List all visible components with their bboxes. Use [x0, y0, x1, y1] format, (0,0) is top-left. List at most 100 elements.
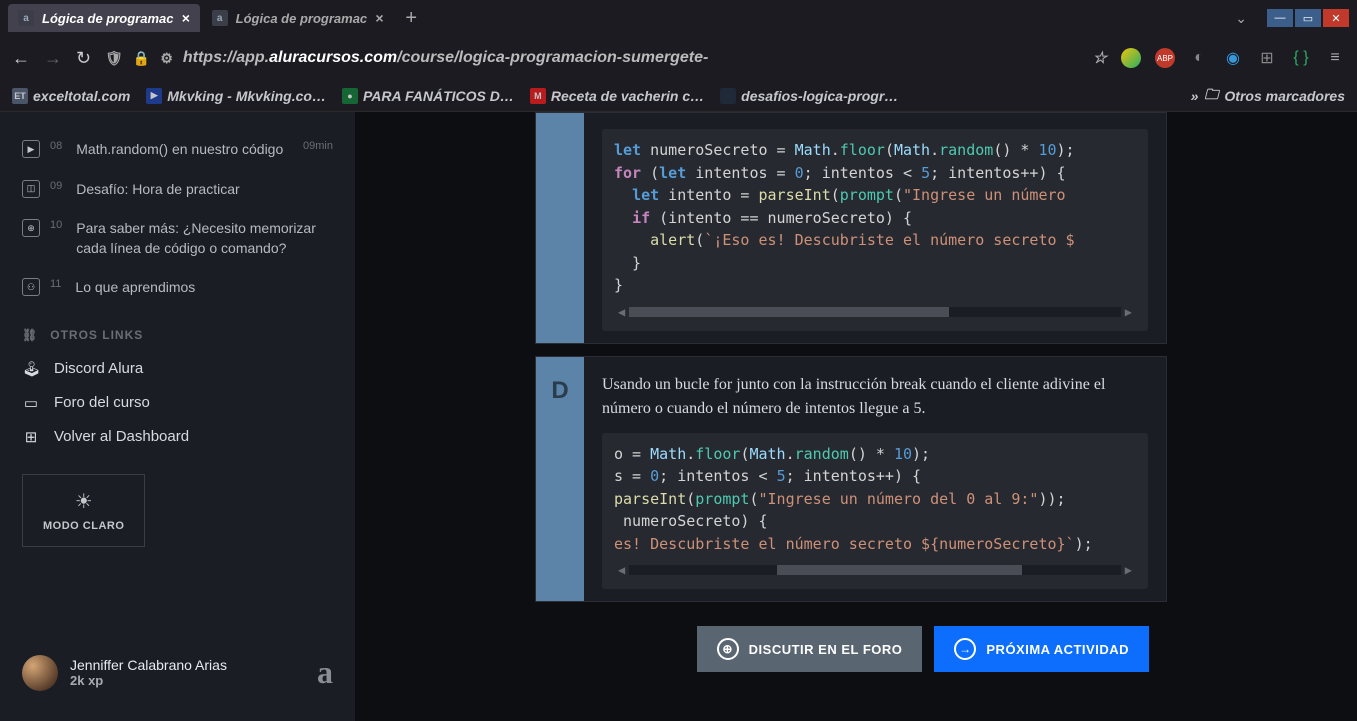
- scroll-right-icon[interactable]: ▶: [1121, 303, 1136, 321]
- close-tab-icon[interactable]: ×: [181, 10, 189, 26]
- scroll-right-icon[interactable]: ▶: [1121, 561, 1136, 579]
- tab-title: Lógica de programac: [42, 11, 173, 26]
- address-bar[interactable]: 🛡 🔒 ⚙ https://app.aluracursos.com/course…: [105, 48, 1107, 68]
- other-bookmarks[interactable]: » 🗀 Otros marcadores: [1191, 84, 1345, 108]
- answer-text: Usando un bucle for junto con la instruc…: [602, 373, 1148, 421]
- horizontal-scrollbar[interactable]: ◀ ▶: [614, 561, 1136, 579]
- bookmark-favicon-icon: M: [530, 88, 546, 104]
- next-activity-button[interactable]: → PRÓXIMA ACTIVIDAD: [934, 626, 1149, 672]
- extension-blue-icon[interactable]: ◉: [1223, 48, 1243, 68]
- tabs-overflow-icon[interactable]: ⌄: [1235, 10, 1257, 27]
- answer-letter: [536, 113, 584, 343]
- shield-icon: 🛡: [105, 50, 123, 67]
- link-label: Discord Alura: [54, 360, 143, 377]
- bookmark-item[interactable]: M Receta de vacherin c…: [530, 88, 704, 104]
- action-bar: ⊕ DISCUTIR EN EL FORO → PRÓXIMA ACTIVIDA…: [355, 614, 1167, 672]
- forward-button[interactable]: →: [44, 48, 62, 69]
- sun-icon: ☀: [43, 489, 124, 514]
- main-content: let numeroSecreto = Math.floor(Math.rand…: [355, 112, 1357, 721]
- avatar: [22, 655, 58, 691]
- extension-shield-icon[interactable]: [1121, 48, 1141, 68]
- bookmark-label: Mkvking - Mkvking.co…: [167, 88, 326, 104]
- bookmark-favicon-icon: [720, 88, 736, 104]
- bookmarks-bar: ET exceltotal.com ▶ Mkvking - Mkvking.co… ● P…: [0, 80, 1357, 112]
- link-chain-icon: ⛓: [22, 328, 38, 342]
- extension-privacy-icon[interactable]: ◐: [1189, 48, 1209, 68]
- bookmark-favicon-icon: ●: [342, 88, 358, 104]
- sidebar-link[interactable]: ⊞ Volver al Dashboard: [0, 420, 355, 454]
- bookmark-label: desafios-logica-progr…: [741, 88, 898, 104]
- user-xp: 2k xp: [70, 673, 305, 688]
- maximize-button[interactable]: ▭: [1295, 9, 1321, 27]
- bookmark-favicon-icon: ET: [12, 88, 28, 104]
- globe-icon: ⊕: [717, 638, 739, 660]
- extensions-icon[interactable]: ⊞: [1257, 48, 1277, 68]
- tab-favicon-icon: a: [18, 10, 34, 26]
- chevron-right-icon: »: [1191, 88, 1199, 104]
- browser-toolbar: ← → ↻ 🛡 🔒 ⚙ https://app.aluracursos.com/…: [0, 36, 1357, 80]
- lesson-number: 11: [50, 278, 61, 290]
- code-block: o = Math.floor(Math.random() * 10); s = …: [602, 433, 1148, 590]
- tab-favicon-icon: a: [212, 10, 228, 26]
- link-label: Foro del curso: [54, 394, 150, 411]
- back-button[interactable]: ←: [12, 48, 30, 69]
- permissions-icon: ⚙: [160, 50, 173, 67]
- tab-title: Lógica de programac: [236, 11, 367, 26]
- new-tab-button[interactable]: +: [395, 7, 427, 30]
- user-name: Jenniffer Calabrano Arias: [70, 657, 305, 673]
- theme-label: MODO CLARO: [43, 520, 124, 532]
- user-profile-row[interactable]: Jenniffer Calabrano Arias 2k xp a: [0, 642, 355, 703]
- lesson-item[interactable]: ⚇ 11 Lo que aprendimos: [0, 268, 355, 308]
- theme-toggle[interactable]: ☀ MODO CLARO: [22, 474, 145, 547]
- answer-letter: D: [536, 357, 584, 602]
- lesson-item[interactable]: ◫ 09 Desafío: Hora de practicar: [0, 170, 355, 210]
- bookmark-item[interactable]: ● PARA FANÁTICOS D…: [342, 88, 514, 104]
- bookmark-item[interactable]: ET exceltotal.com: [12, 88, 130, 104]
- bookmark-favicon-icon: ▶: [146, 88, 162, 104]
- bookmark-label: exceltotal.com: [33, 88, 130, 104]
- answer-option-d[interactable]: D Usando un bucle for junto con la instr…: [535, 356, 1167, 603]
- lesson-item[interactable]: ⊕ 10 Para saber más: ¿Necesito memorizar c…: [0, 209, 355, 268]
- lesson-number: 10: [50, 219, 62, 231]
- scroll-left-icon[interactable]: ◀: [614, 561, 629, 579]
- browser-tab[interactable]: a Lógica de programac ×: [202, 4, 394, 32]
- link-icon: ▭: [22, 394, 40, 412]
- lesson-number: 09: [50, 180, 62, 192]
- lesson-type-icon: ◫: [22, 180, 40, 198]
- folder-icon: 🗀: [1204, 84, 1218, 108]
- close-tab-icon[interactable]: ×: [375, 10, 383, 26]
- horizontal-scrollbar[interactable]: ◀ ▶: [614, 303, 1136, 321]
- scroll-left-icon[interactable]: ◀: [614, 303, 629, 321]
- lesson-title: Para saber más: ¿Necesito memorizar cada…: [76, 219, 333, 258]
- link-icon: 🕹: [22, 360, 40, 378]
- extension-braces-icon[interactable]: { }: [1291, 48, 1311, 68]
- lesson-item[interactable]: ▶08Math.random() en nuestro código09min: [0, 130, 355, 170]
- sidebar-section-otros-links: ⛓ OTROS LINKS: [0, 308, 355, 352]
- bookmark-star-icon[interactable]: ☆: [1093, 48, 1107, 68]
- bookmark-item[interactable]: ▶ Mkvking - Mkvking.co…: [146, 88, 326, 104]
- bookmark-label: PARA FANÁTICOS D…: [363, 88, 514, 104]
- lesson-type-icon: ⊕: [22, 219, 40, 237]
- bookmark-item[interactable]: desafios-logica-progr…: [720, 88, 898, 104]
- lesson-title: Lo que aprendimos: [75, 278, 333, 298]
- adblock-icon[interactable]: ABP: [1155, 48, 1175, 68]
- lesson-number: 08: [50, 140, 62, 152]
- sidebar-link[interactable]: 🕹 Discord Alura: [0, 352, 355, 386]
- code-block: let numeroSecreto = Math.floor(Math.rand…: [602, 129, 1148, 331]
- minimize-button[interactable]: —: [1267, 9, 1293, 27]
- reload-button[interactable]: ↻: [76, 48, 91, 69]
- close-window-button[interactable]: ✕: [1323, 9, 1349, 27]
- bookmark-label: Receta de vacherin c…: [551, 88, 704, 104]
- lesson-title: Math.random() en nuestro código: [76, 140, 293, 160]
- lock-icon: 🔒: [133, 50, 150, 67]
- link-label: Volver al Dashboard: [54, 428, 189, 445]
- answer-option-c[interactable]: let numeroSecreto = Math.floor(Math.rand…: [535, 112, 1167, 344]
- lesson-title: Desafío: Hora de practicar: [76, 180, 333, 200]
- menu-icon[interactable]: ≡: [1325, 48, 1345, 68]
- discuss-forum-button[interactable]: ⊕ DISCUTIR EN EL FORO: [697, 626, 923, 672]
- browser-tab[interactable]: a Lógica de programac ×: [8, 4, 200, 32]
- link-icon: ⊞: [22, 428, 40, 446]
- lesson-type-icon: ⚇: [22, 278, 40, 296]
- sidebar-link[interactable]: ▭ Foro del curso: [0, 386, 355, 420]
- browser-tab-strip: a Lógica de programac × a Lógica de programa…: [0, 0, 1357, 36]
